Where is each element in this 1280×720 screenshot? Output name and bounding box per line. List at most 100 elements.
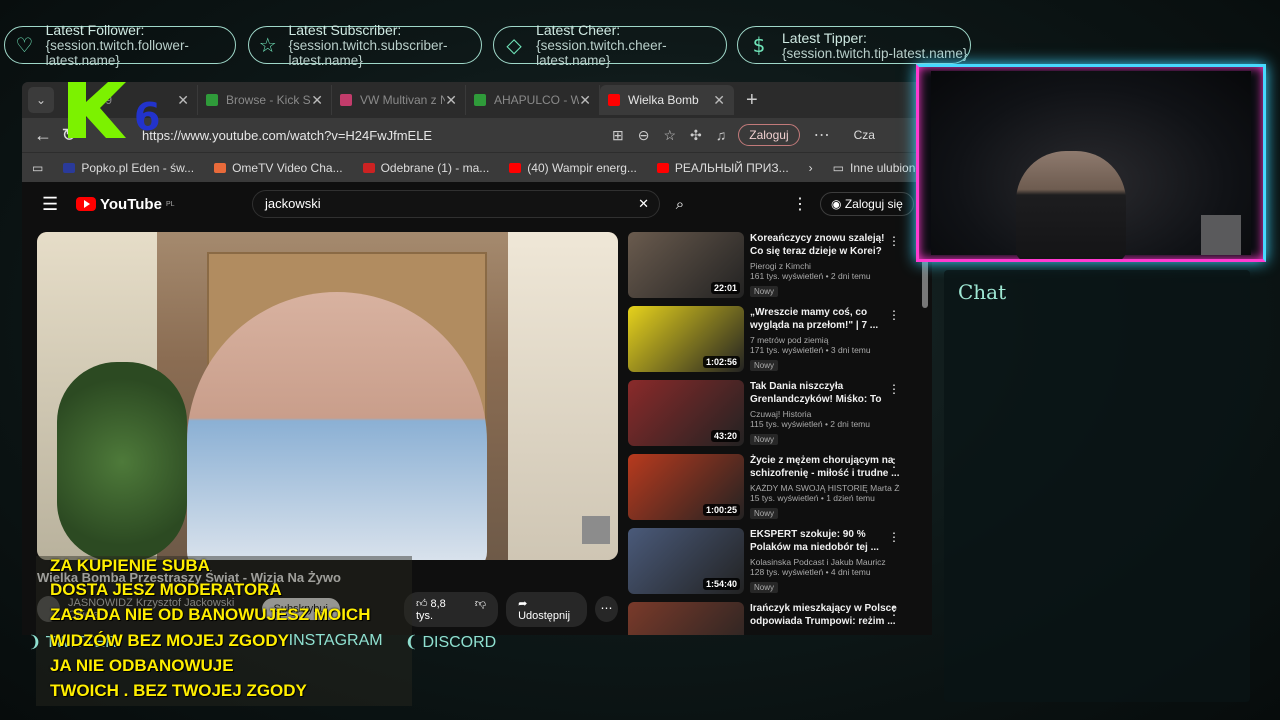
video-thumbnail[interactable]: 1:54:40 (628, 528, 744, 594)
menu-icon[interactable]: ☰ (42, 194, 70, 215)
close-icon[interactable]: ✕ (311, 92, 323, 109)
bookmark-label: РЕАЛЬНЫЙ ПРИЗ... (674, 160, 789, 175)
account-icon: ◉ (831, 197, 845, 211)
video-channel[interactable]: KAŻDY MA SWOJĄ HISTORIĘ Marta Żuk (750, 483, 900, 493)
webcam-object (1201, 215, 1241, 255)
favorite-star-icon[interactable]: ☆ (663, 127, 676, 144)
bookmarks-bar: ▭ Popko.pl Eden - św... OmeTV Video Cha.… (22, 152, 932, 182)
instagram-link[interactable]: INSTAGRAM (289, 632, 383, 652)
tab-4[interactable]: AHAPULCO - Wa ✕ (466, 85, 600, 115)
video-channel[interactable]: Czuwaj! Historia (750, 409, 900, 419)
more-vert-icon[interactable]: ⋮ (888, 456, 900, 470)
tab-title: Browse - Kick St (226, 93, 312, 107)
close-icon[interactable]: ✕ (445, 92, 457, 109)
tab-title: VW Multivan z N (360, 93, 446, 107)
logo-digit: 6 (134, 95, 160, 138)
alert-name: {session.twitch.subscriber-latest.name} (288, 38, 448, 68)
new-tab-button[interactable]: + (746, 89, 758, 112)
latest-subscriber-alert: ☆ Latest Subscriber: {session.twitch.sub… (248, 22, 482, 68)
bookmark-item[interactable]: РЕАЛЬНЫЙ ПРИЗ... (656, 160, 789, 175)
search-icon[interactable]: ⌕ (662, 190, 698, 218)
overlay-line: WIDZÓW BEZ MOJEJ ZGODY (50, 631, 289, 650)
youtube-icon (509, 162, 522, 173)
more-vert-icon[interactable]: ⋮ (888, 234, 900, 248)
recommended-video[interactable]: 1:00:25 Życie z mężem chorującym na schiz… (628, 454, 918, 528)
tab-title: AHAPULCO - Wa (494, 93, 580, 107)
media-icon[interactable]: ♫ (716, 127, 727, 144)
bookmark-item[interactable]: (40) Wampir energ... (509, 161, 637, 175)
more-vert-icon[interactable]: ⋮ (888, 382, 900, 396)
share-label: Udostępnij (518, 609, 571, 622)
video-stats: 161 tys. wyświetleń • 2 dni temu (750, 271, 871, 281)
video-player[interactable] (37, 232, 618, 560)
video-title[interactable]: Irańczyk mieszkający w Polsce odpowiada … (750, 602, 900, 628)
alert-label: Latest Follower: (45, 22, 145, 38)
video-thumbnail[interactable]: 43:20 (628, 380, 744, 446)
login-button[interactable]: Zaloguj (738, 124, 800, 146)
recommended-video[interactable]: 1:02:56 „Wreszcie mamy coś, co wygląda na… (628, 306, 918, 380)
back-icon[interactable]: ← (30, 125, 56, 146)
video-channel[interactable]: Kolasinska Podcast i Jakub Mauricz (750, 557, 900, 567)
tab-2[interactable]: Browse - Kick St ✕ (198, 85, 332, 115)
chevron-right-icon[interactable]: › (809, 161, 813, 175)
recommended-video[interactable]: 43:20 Tak Dania niszczyła Grenlandczyków!… (628, 380, 918, 454)
more-actions-button[interactable]: ⋯ (594, 596, 618, 622)
video-thumbnail[interactable] (628, 602, 744, 635)
close-icon[interactable]: ✕ (579, 92, 591, 109)
more-vert-icon[interactable]: ⋮ (888, 530, 900, 544)
tab-actions-button[interactable]: ⌄ (28, 87, 54, 113)
clear-icon[interactable]: ✕ (638, 191, 649, 217)
youtube-icon (656, 162, 669, 173)
recommended-video[interactable]: Irańczyk mieszkający w Polsce odpowiada … (628, 602, 918, 635)
latest-follower-alert: ♡ Latest Follower: {session.twitch.follo… (4, 22, 236, 68)
new-badge: Nowy (750, 286, 779, 297)
video-meta: Koreańczycy znowu szaleją! Co się teraz … (750, 232, 900, 306)
youtube-logo[interactable]: YouTube PL (76, 196, 175, 213)
recommended-video[interactable]: 22:01 Koreańczycy znowu szaleją! Co się t… (628, 232, 918, 306)
tab-5-active[interactable]: Wielka Bomb ✕ (600, 85, 734, 115)
close-icon[interactable]: ✕ (177, 92, 189, 109)
video-channel[interactable]: 7 metrów pod ziemią (750, 335, 900, 345)
bookmark-sidebar-icon[interactable]: ▭ (32, 161, 43, 175)
alert-name: {session.twitch.tip-latest.name} (782, 45, 968, 61)
other-bookmarks-folder[interactable]: ▭ Inne ulubione (833, 161, 922, 175)
copilot-button[interactable]: Cza (854, 128, 875, 142)
recommended-video[interactable]: 1:54:40 EKSPERT szokuje: 90 % Polaków ma … (628, 528, 918, 602)
address-tools: ⊞ ⊖ ☆ ✣ ♫ (612, 127, 726, 144)
share-button[interactable]: ➦ Udostępnij (506, 591, 587, 627)
video-title[interactable]: Życie z mężem chorującym na schizofrenię… (750, 454, 900, 480)
more-vert-icon[interactable]: ⋮ (888, 604, 900, 618)
video-thumbnail[interactable]: 1:02:56 (628, 306, 744, 372)
thumbs-down-icon[interactable]: 👎︎ (475, 597, 486, 622)
search-input[interactable]: jackowski ✕ (252, 190, 660, 218)
video-title[interactable]: EKSPERT szokuje: 90 % Polaków ma niedobó… (750, 528, 900, 554)
overlay-line: ZASADA NIE OD BANOWUJESZ MOICH (50, 605, 371, 624)
channel-logo: 6 (68, 82, 160, 138)
bookmark-item[interactable]: OmeTV Video Cha... (214, 161, 343, 175)
settings-more-icon[interactable]: ⋮ (792, 194, 808, 214)
video-title[interactable]: „Wreszcie mamy coś, co wygląda na przeło… (750, 306, 900, 332)
more-icon[interactable]: ⋯ (814, 125, 830, 145)
zoom-icon[interactable]: ⊖ (638, 127, 650, 144)
overlay-line: JA NIE ODBANOWUJE (50, 656, 234, 675)
bookmark-label: OmeTV Video Cha... (232, 160, 343, 175)
video-title[interactable]: Tak Dania niszczyła Grenlandczyków! Miśk… (750, 380, 900, 406)
video-channel[interactable]: Pierogi z Kimchi (750, 261, 900, 271)
more-vert-icon[interactable]: ⋮ (888, 308, 900, 322)
close-icon[interactable]: ✕ (713, 92, 725, 109)
share-icon: ➦ (518, 597, 528, 610)
thumbs-up-icon: 👍︎ (415, 597, 431, 610)
bookmark-item[interactable]: Popko.pl Eden - św... (63, 161, 194, 175)
discord-link[interactable]: ❨ DISCORD (405, 632, 497, 652)
bookmark-label: (40) Wampir energ... (527, 160, 637, 175)
signin-button[interactable]: ◉ Zaloguj się (820, 192, 914, 216)
video-title[interactable]: Koreańczycy znowu szaleją! Co się teraz … (750, 232, 900, 258)
tab-3[interactable]: VW Multivan z N ✕ (332, 85, 466, 115)
video-thumbnail[interactable]: 1:00:25 (628, 454, 744, 520)
bookmark-item[interactable]: Odebrane (1) - ma... (362, 161, 489, 175)
extensions-icon[interactable]: ✣ (690, 127, 702, 144)
like-button[interactable]: 👍︎ 8,8 tys. (416, 597, 457, 622)
apps-icon[interactable]: ⊞ (612, 127, 624, 144)
url-field[interactable]: https://www.youtube.com/watch?v=H24FwJfm… (142, 128, 602, 143)
video-thumbnail[interactable]: 22:01 (628, 232, 744, 298)
